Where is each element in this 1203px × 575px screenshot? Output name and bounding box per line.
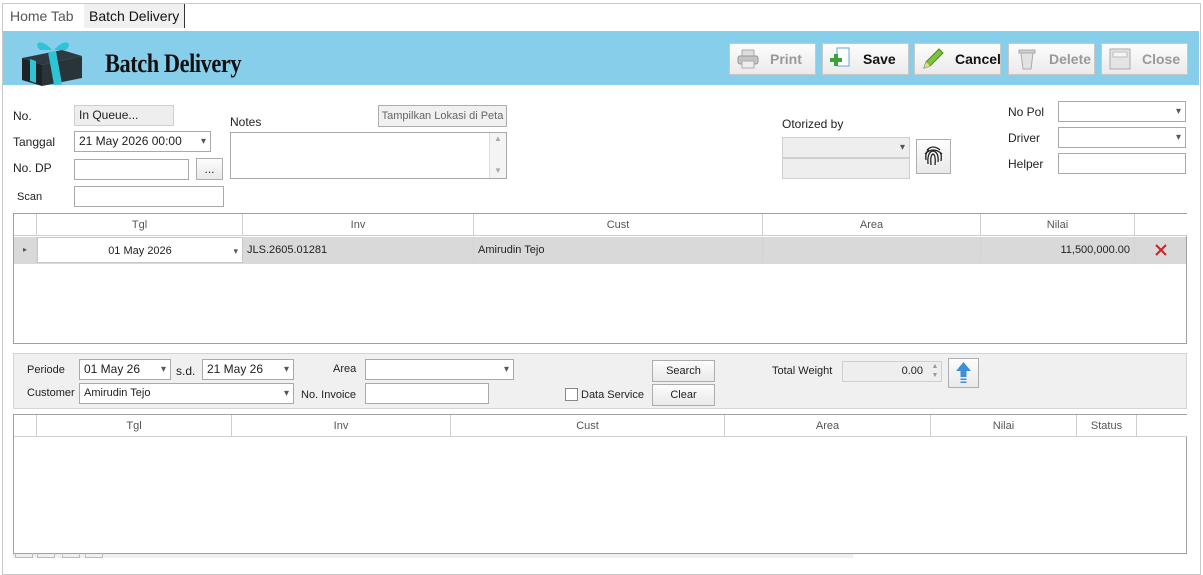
row-area — [763, 237, 981, 263]
nopol-select[interactable] — [1058, 101, 1186, 122]
notes-textarea[interactable] — [230, 132, 507, 179]
scan-label: Scan — [17, 191, 43, 203]
detail-col-tgl[interactable]: Tgl — [37, 214, 243, 236]
save-plus-icon — [829, 47, 853, 71]
close-label: Close — [1142, 51, 1181, 67]
delete-row-button[interactable] — [1135, 237, 1186, 263]
row-inv: JLS.2605.01281 — [243, 237, 474, 263]
result-col-area[interactable]: Area — [725, 415, 931, 437]
invoice-label: No. Invoice — [301, 389, 357, 401]
save-label: Save — [863, 51, 896, 67]
nodp-browse-button[interactable]: ... — [196, 158, 223, 180]
gift-box-icon — [18, 38, 86, 86]
sd-label: s.d. — [176, 364, 196, 378]
trash-icon — [1015, 47, 1039, 71]
periode-label: Periode — [27, 364, 65, 376]
customer-select[interactable]: Amirudin Tejo — [79, 383, 294, 404]
pencil-icon — [921, 47, 945, 71]
save-button[interactable]: Save — [822, 43, 909, 75]
table-row[interactable]: ▸ 01 May 2026 ▾ JLS.2605.01281 Amirudin … — [14, 237, 1186, 264]
data-service-label: Data Service — [581, 389, 644, 401]
pager-strip — [13, 554, 853, 558]
result-grid-indicator-header — [14, 415, 37, 437]
fingerprint-button[interactable] — [916, 139, 951, 174]
row-indicator-icon: ▸ — [14, 237, 37, 263]
result-col-inv[interactable]: Inv — [232, 415, 451, 437]
row-tgl-picker[interactable]: 01 May 2026 ▾ — [37, 237, 243, 263]
nodp-input[interactable] — [74, 159, 189, 180]
invoice-input[interactable] — [365, 383, 489, 404]
no-field: In Queue... — [74, 105, 174, 126]
notes-scrollbar[interactable]: ▲ ▼ — [489, 133, 506, 178]
otorized-select[interactable] — [782, 137, 910, 158]
fingerprint-icon — [924, 146, 943, 166]
row-cust: Amirudin Tejo — [474, 237, 763, 263]
notes-label: Notes — [230, 115, 262, 129]
periode-to-picker[interactable]: 21 May 26 — [202, 359, 294, 380]
result-grid: Tgl Inv Cust Area Nilai Status — [13, 414, 1187, 554]
cancel-button[interactable]: Cancel — [914, 43, 1001, 75]
driver-select[interactable] — [1058, 127, 1186, 148]
result-col-nilai[interactable]: Nilai — [931, 415, 1077, 437]
printer-icon — [736, 47, 760, 71]
print-button[interactable]: Print — [729, 43, 816, 75]
result-col-status[interactable]: Status — [1077, 415, 1137, 437]
periode-from-picker[interactable]: 01 May 26 — [79, 359, 171, 380]
detail-col-area[interactable]: Area — [763, 214, 981, 236]
chevron-down-icon[interactable]: ▾ — [233, 238, 238, 264]
print-label: Print — [770, 51, 802, 67]
row-tgl: 01 May 2026 — [108, 245, 172, 257]
data-service-checkbox[interactable] — [565, 388, 578, 401]
customer-label: Customer — [27, 387, 75, 399]
area-select[interactable] — [365, 359, 514, 380]
close-button[interactable]: Close — [1101, 43, 1188, 75]
pager-first-button[interactable] — [15, 553, 33, 558]
otorized-label: Otorized by — [782, 117, 844, 131]
detail-grid-indicator-header — [14, 214, 37, 236]
detail-col-cust[interactable]: Cust — [474, 214, 763, 236]
delete-label: Delete — [1049, 51, 1092, 67]
area-label: Area — [333, 363, 357, 375]
total-weight-spinner[interactable]: ▲ ▼ — [929, 362, 941, 381]
result-col-tgl[interactable]: Tgl — [37, 415, 232, 437]
tanggal-picker[interactable]: 21 May 2026 00:00 — [74, 131, 211, 152]
detail-col-action — [1135, 214, 1187, 236]
page-title: Batch Delivery — [105, 49, 242, 78]
helper-input[interactable] — [1058, 153, 1186, 174]
helper-label: Helper — [1008, 157, 1044, 171]
total-weight-label: Total Weight — [772, 365, 833, 377]
search-button[interactable]: Search — [652, 360, 715, 382]
result-col-cust[interactable]: Cust — [451, 415, 725, 437]
delete-x-icon — [1154, 244, 1167, 256]
pager-next-button[interactable] — [62, 553, 80, 558]
tab-batch-delivery[interactable]: Batch Delivery — [84, 4, 186, 28]
detail-col-nilai[interactable]: Nilai — [981, 214, 1135, 236]
row-nilai: 11,500,000.00 — [981, 237, 1135, 263]
tanggal-label: Tanggal — [13, 135, 56, 149]
pager-last-button[interactable] — [85, 553, 103, 558]
clear-button[interactable]: Clear — [652, 384, 715, 406]
detail-grid: Tgl Inv Cust Area Nilai ▸ 01 May 2026 ▾ … — [13, 213, 1187, 344]
nodp-label: No. DP — [13, 161, 52, 175]
nopol-label: No Pol — [1008, 105, 1045, 119]
exit-icon — [1108, 47, 1132, 71]
detail-col-inv[interactable]: Inv — [243, 214, 474, 236]
tab-home[interactable]: Home Tab — [5, 4, 79, 28]
pager-prev-button[interactable] — [37, 553, 55, 558]
upload-button[interactable] — [948, 358, 979, 388]
driver-label: Driver — [1008, 131, 1040, 145]
scan-input[interactable] — [74, 186, 224, 207]
result-col-extra — [1137, 415, 1187, 437]
cancel-label: Cancel — [955, 51, 1001, 67]
upload-arrow-icon — [956, 362, 971, 383]
otorized-detail — [782, 158, 910, 179]
delete-button[interactable]: Delete — [1008, 43, 1095, 75]
show-map-button[interactable]: Tampilkan Lokasi di Peta — [378, 105, 507, 127]
total-weight-field: 0.00 — [842, 361, 942, 382]
no-label: No. — [13, 109, 32, 123]
